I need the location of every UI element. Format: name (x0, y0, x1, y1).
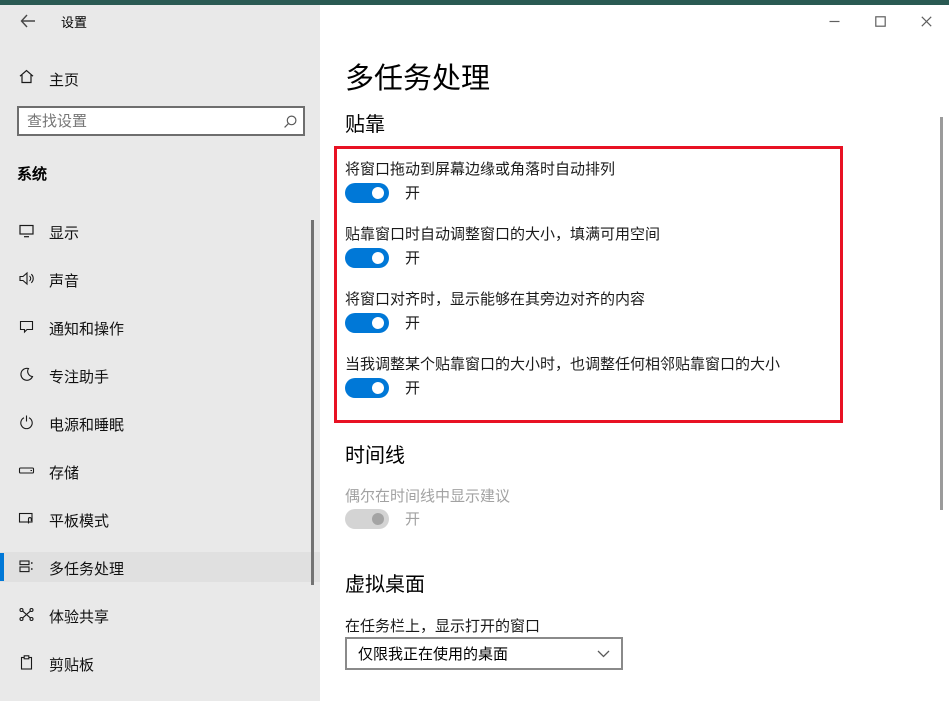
sidebar-item-power-sleep[interactable]: 电源和睡眠 (0, 408, 320, 438)
snap-toggle-1[interactable]: 开 (345, 182, 420, 203)
minimize-button[interactable] (811, 5, 857, 38)
sidebar-item-shared-experiences[interactable]: 体验共享 (0, 600, 320, 630)
snap-toggle-2[interactable]: 开 (345, 247, 420, 268)
toggle-switch[interactable] (345, 378, 389, 398)
multitasking-icon (18, 558, 35, 575)
sidebar-item-label: 体验共享 (49, 606, 109, 627)
chevron-down-icon (585, 650, 621, 658)
notifications-icon (18, 318, 35, 335)
snap-toggle-4-label: 当我调整某个贴靠窗口的大小时，也调整任何相邻贴靠窗口的大小 (345, 353, 780, 374)
sound-icon (18, 270, 35, 287)
taskbar-windows-dropdown[interactable]: 仅限我正在使用的桌面 (345, 637, 623, 670)
sidebar-scrollbar[interactable] (311, 220, 314, 585)
snap-toggle-4[interactable]: 开 (345, 377, 420, 398)
toggle-state-label: 开 (405, 508, 420, 529)
sidebar-item-label: 主页 (49, 69, 79, 90)
tablet-mode-icon (18, 510, 35, 527)
sidebar-item-label: 专注助手 (49, 366, 109, 387)
timeline-heading: 时间线 (345, 439, 405, 468)
shared-experiences-icon (18, 606, 35, 623)
taskbar-windows-label: 在任务栏上，显示打开的窗口 (345, 615, 540, 636)
sidebar-item-clipboard[interactable]: 剪贴板 (0, 648, 320, 678)
maximize-button[interactable] (857, 5, 903, 38)
toggle-switch[interactable] (345, 183, 389, 203)
sidebar-item-home[interactable]: 主页 (0, 63, 320, 93)
snap-heading: 贴靠 (345, 108, 385, 137)
selected-accent-bar (0, 553, 4, 581)
sidebar-item-label: 电源和睡眠 (49, 414, 124, 435)
close-button[interactable] (903, 5, 949, 38)
toggle-state-label: 开 (405, 312, 420, 333)
main-content: 多任务处理 贴靠 将窗口拖动到屏幕边缘或角落时自动排列 开 贴靠窗口时自动调整窗… (320, 5, 949, 701)
back-button[interactable] (12, 7, 44, 35)
home-icon (18, 68, 35, 85)
toggle-switch[interactable] (345, 248, 389, 268)
toggle-switch-disabled (345, 509, 389, 529)
search-icon[interactable] (277, 114, 303, 129)
toggle-state-label: 开 (405, 182, 420, 203)
snap-toggle-1-label: 将窗口拖动到屏幕边缘或角落时自动排列 (345, 158, 615, 179)
sidebar-item-label: 声音 (49, 270, 79, 291)
snap-toggle-3[interactable]: 开 (345, 312, 420, 333)
storage-icon (18, 462, 35, 479)
focus-assist-icon (18, 366, 35, 383)
window-title: 设置 (61, 12, 87, 31)
back-arrow-icon (20, 14, 36, 28)
snap-toggle-3-label: 将窗口对齐时，显示能够在其旁边对齐的内容 (345, 288, 645, 309)
timeline-toggle: 开 (345, 508, 420, 529)
page-title: 多任务处理 (345, 55, 490, 97)
sidebar: 设置 主页 系统 显示 声音 (0, 5, 320, 701)
sidebar-section-system: 系统 (17, 163, 47, 184)
toggle-state-label: 开 (405, 247, 420, 268)
sidebar-item-sound[interactable]: 声音 (0, 264, 320, 294)
power-icon (18, 414, 35, 431)
dropdown-selected-value: 仅限我正在使用的桌面 (347, 643, 585, 664)
sidebar-item-notifications[interactable]: 通知和操作 (0, 312, 320, 342)
window-controls (811, 5, 949, 38)
clipboard-icon (18, 654, 35, 671)
sidebar-item-storage[interactable]: 存储 (0, 456, 320, 486)
sidebar-item-label: 剪贴板 (49, 654, 94, 675)
content-scrollbar[interactable] (940, 117, 943, 510)
toggle-switch[interactable] (345, 313, 389, 333)
sidebar-item-label: 多任务处理 (49, 558, 124, 579)
settings-window: 设置 主页 系统 显示 声音 (0, 0, 949, 701)
sidebar-item-multitasking[interactable]: 多任务处理 (0, 552, 320, 582)
sidebar-item-remote-desktop[interactable]: 远程桌面 (0, 696, 320, 701)
sidebar-item-focus-assist[interactable]: 专注助手 (0, 360, 320, 390)
titlebar-left: 设置 (0, 5, 320, 37)
sidebar-item-label: 显示 (49, 222, 79, 243)
sidebar-item-tablet-mode[interactable]: 平板模式 (0, 504, 320, 534)
toggle-state-label: 开 (405, 377, 420, 398)
virtual-desktops-heading: 虚拟桌面 (345, 568, 425, 597)
search-input[interactable] (19, 113, 277, 130)
sidebar-item-label: 通知和操作 (49, 318, 124, 339)
display-icon (18, 222, 35, 239)
sidebar-item-label: 平板模式 (49, 510, 109, 531)
search-box (17, 106, 305, 136)
snap-toggle-2-label: 贴靠窗口时自动调整窗口的大小，填满可用空间 (345, 223, 660, 244)
sidebar-item-display[interactable]: 显示 (0, 216, 320, 246)
sidebar-item-label: 存储 (49, 462, 79, 483)
timeline-toggle-label: 偶尔在时间线中显示建议 (345, 485, 510, 506)
